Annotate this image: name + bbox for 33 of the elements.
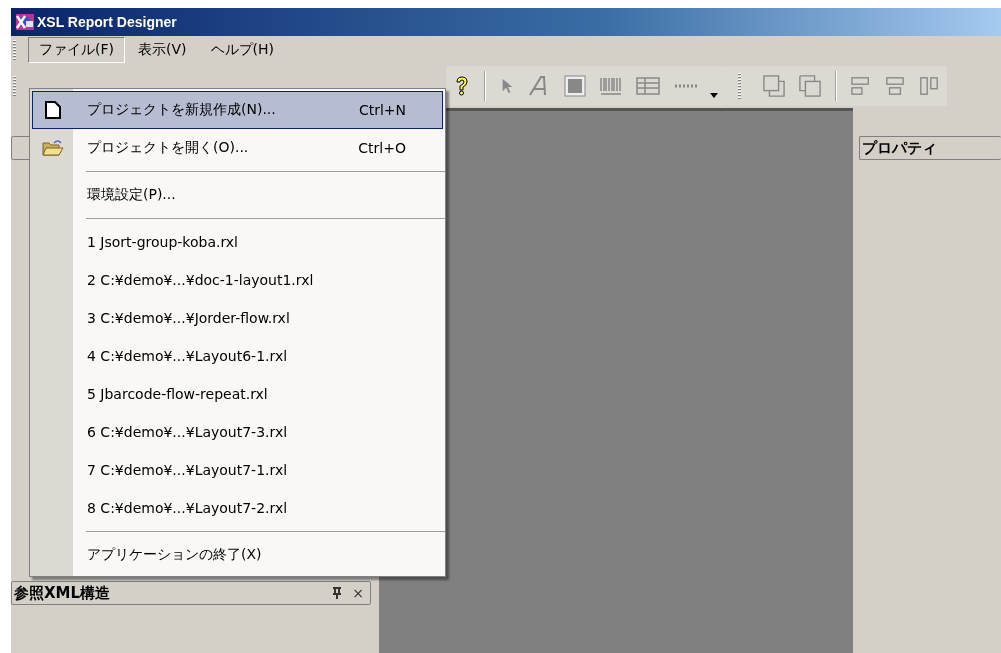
menu-item[interactable]: 表示(V): [127, 37, 198, 63]
panel-title: 参照XML構造: [14, 583, 111, 603]
menu-item[interactable]: プロジェクトを開く(O)... Ctrl+O: [32, 129, 443, 167]
menu-item[interactable]: 3 C:¥demo¥...¥Jorder-flow.rxl: [32, 299, 443, 337]
menu-item[interactable]: 6 C:¥demo¥...¥Layout7-3.rxl: [32, 413, 443, 451]
menu-item-label: 8 C:¥demo¥...¥Layout7-2.rxl: [87, 500, 289, 516]
shortcut-label: Ctrl+N: [358, 102, 406, 118]
menu-item-label: 3 C:¥demo¥...¥Jorder-flow.rxl: [87, 310, 291, 326]
menu-item[interactable]: 2 C:¥demo¥...¥doc-1-layout1.rxl: [32, 261, 443, 299]
menu-item-label: 環境設定(P)...: [87, 186, 177, 204]
menu-item-label: 4 C:¥demo¥...¥Layout6-1.rxl: [87, 348, 289, 364]
menu-item[interactable]: 環境設定(P)...: [32, 176, 443, 214]
close-button[interactable]: ×: [352, 585, 364, 601]
menu-item[interactable]: 7 C:¥demo¥...¥Layout7-1.rxl: [32, 451, 443, 489]
menu-item-label: プロジェクトを新規作成(N)...: [87, 101, 277, 119]
menu-item-label: 5 Jbarcode-flow-repeat.rxl: [87, 386, 269, 402]
menu-item[interactable]: ヘルプ(H): [199, 37, 285, 63]
panel-title: プロパティ: [862, 138, 937, 158]
menu-item[interactable]: 4 C:¥demo¥...¥Layout6-1.rxl: [32, 337, 443, 375]
menu-item-label: アプリケーションの終了(X): [87, 546, 263, 564]
menu-item[interactable]: アプリケーションの終了(X): [32, 536, 443, 574]
menu-item[interactable]: ファイル(F): [28, 37, 125, 63]
menu-item-label: 2 C:¥demo¥...¥doc-1-layout1.rxl: [87, 272, 315, 288]
menu-item[interactable]: プロジェクトを新規作成(N)... Ctrl+N: [32, 91, 443, 129]
menu-item-label: 7 C:¥demo¥...¥Layout7-1.rxl: [87, 462, 289, 478]
menu-item[interactable]: 8 C:¥demo¥...¥Layout7-2.rxl: [32, 489, 443, 527]
menu-item-label: 1 Jsort-group-koba.rxl: [87, 234, 239, 250]
menu-item[interactable]: 5 Jbarcode-flow-repeat.rxl: [32, 375, 443, 413]
menu-item-label: プロジェクトを開く(O)...: [87, 139, 250, 157]
shortcut-label: Ctrl+O: [358, 140, 406, 156]
window-title: XSL Report Designer: [37, 14, 177, 30]
menu-item-label: 6 C:¥demo¥...¥Layout7-3.rxl: [87, 424, 289, 440]
menu-item[interactable]: 1 Jsort-group-koba.rxl: [32, 223, 443, 261]
